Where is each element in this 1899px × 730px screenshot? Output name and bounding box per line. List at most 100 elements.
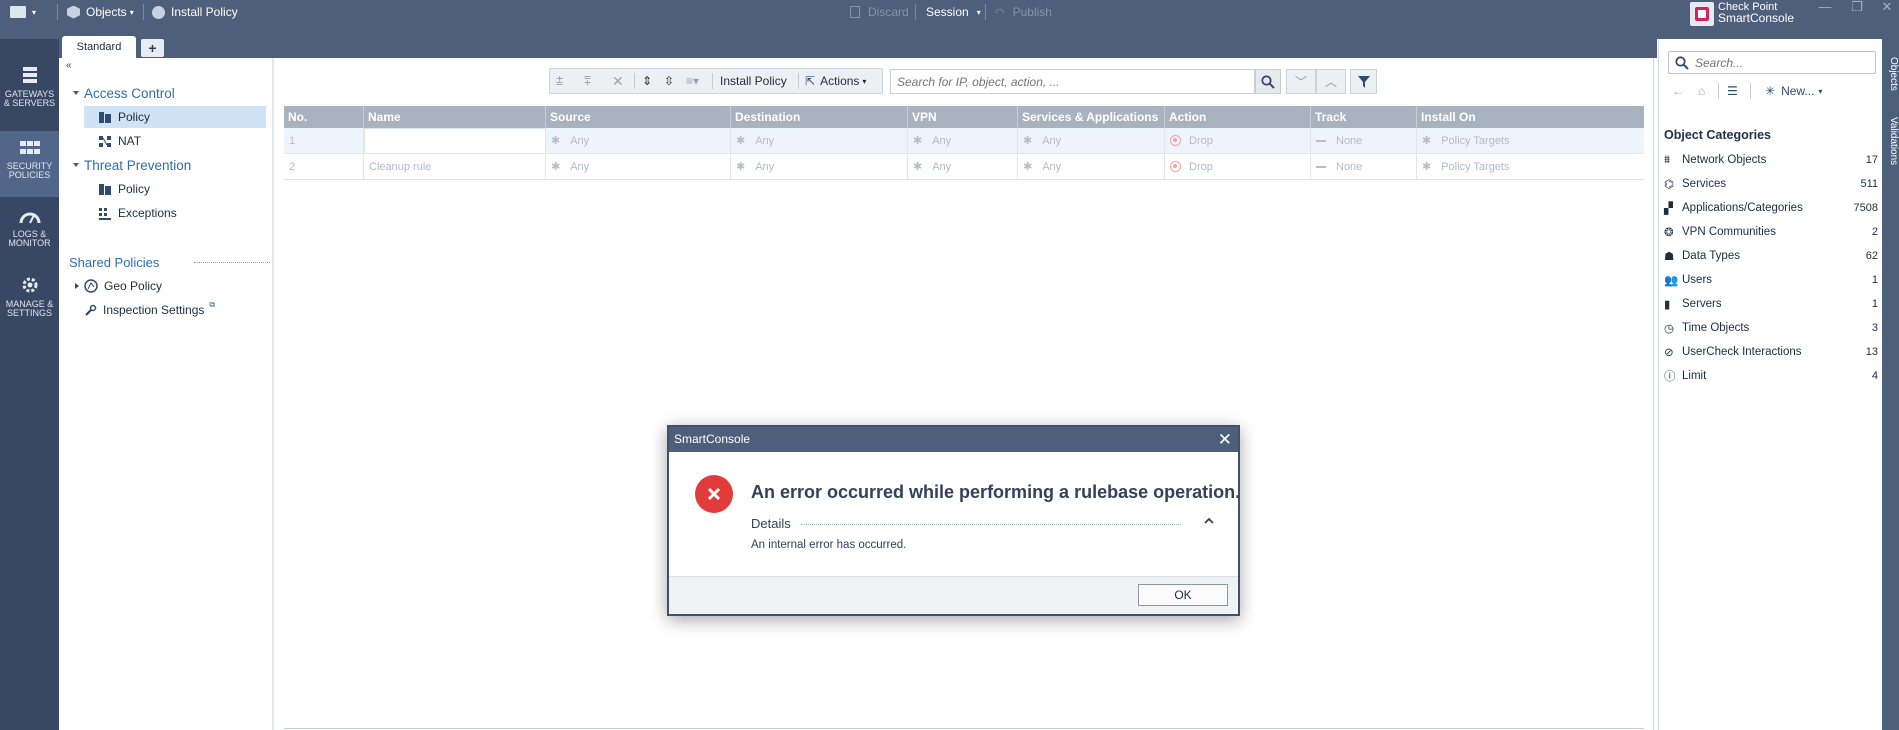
cell-track[interactable]: None <box>1311 128 1417 154</box>
any-star-icon: ✱ <box>551 135 561 147</box>
category-time-objects[interactable]: ◷ Time Objects 3 <box>1664 318 1878 338</box>
install-policy-button[interactable]: Install Policy <box>152 0 238 24</box>
view-options-button[interactable]: ≡▾ <box>686 69 699 93</box>
cell-no: 1 <box>284 128 364 154</box>
col-services[interactable]: Services & Applications <box>1018 106 1165 128</box>
col-install-on[interactable]: Install On <box>1417 106 1644 128</box>
session-menu-button[interactable]: Session ▾ <box>926 0 981 24</box>
category-network-objects[interactable]: ⩩ Network Objects 17 <box>1664 150 1878 170</box>
usercheck-icon: ⊘ <box>1664 347 1674 359</box>
cell-name[interactable] <box>364 128 546 154</box>
tree-ac-policy[interactable]: Policy <box>84 106 266 128</box>
collapse-sections-button[interactable]: ⇳ <box>664 69 674 93</box>
tree-tp-exceptions[interactable]: Exceptions <box>98 202 177 224</box>
cell-services[interactable]: ✱ Any <box>1018 128 1165 154</box>
nav-manage-settings[interactable]: MANAGE & SETTINGS <box>0 275 59 341</box>
window-close-button[interactable]: ✕ <box>1876 0 1898 16</box>
discard-button[interactable]: Discard <box>850 0 909 24</box>
side-tab-validations[interactable]: Validations <box>1882 117 1899 165</box>
cell-install-on[interactable]: ✱ Policy Targets <box>1417 154 1644 180</box>
cell-track[interactable]: None <box>1311 154 1417 180</box>
side-tab-objects[interactable]: Objects <box>1882 57 1899 91</box>
cell-vpn[interactable]: ✱ Any <box>908 128 1018 154</box>
dialog-close-button[interactable]: ✕ <box>1218 427 1232 452</box>
app-menu-button[interactable]: ▾ <box>10 0 36 24</box>
tree-inspection-settings[interactable]: Inspection Settings ⧉ <box>84 299 215 321</box>
col-destination[interactable]: Destination <box>731 106 908 128</box>
actions-menu-button[interactable]: ⇱ Actions ▾ <box>805 69 866 93</box>
col-action[interactable]: Action <box>1165 106 1311 128</box>
tree-tp-policy[interactable]: Policy <box>98 178 150 200</box>
collapse-panel-icon[interactable]: « <box>66 60 72 71</box>
cell-services[interactable]: ✱ Any <box>1018 154 1165 180</box>
category-users[interactable]: 👥 Users 1 <box>1664 270 1878 290</box>
delete-icon: ✕ <box>612 72 624 89</box>
category-services[interactable]: ⌬ Services 511 <box>1664 174 1878 194</box>
tree-geo-policy[interactable]: Geo Policy <box>75 275 162 297</box>
ok-button[interactable]: OK <box>1138 584 1228 606</box>
toolbar-install-policy-button[interactable]: Install Policy <box>720 69 787 93</box>
expand-right-icon <box>75 283 79 289</box>
cell-destination[interactable]: ✱ Any <box>731 128 908 154</box>
col-name[interactable]: Name <box>364 106 546 128</box>
home-button[interactable]: ⌂ <box>1698 82 1705 100</box>
minimize-button[interactable]: — <box>1814 0 1836 16</box>
cell-destination[interactable]: ✱ Any <box>731 154 908 180</box>
col-no[interactable]: No. <box>284 106 364 128</box>
new-object-button[interactable]: ✳ New... ▾ <box>1765 82 1822 100</box>
col-track[interactable]: Track <box>1311 106 1417 128</box>
category-servers[interactable]: ▮ Servers 1 <box>1664 294 1878 314</box>
table-row[interactable]: 1 ✱ Any ✱ Any ✱ Any ✱ Any Drop None ✱ Policy … <box>284 128 1644 154</box>
add-rule-below-icon: ⩱ <box>584 73 592 88</box>
objects-menu-button[interactable]: Objects ▾ <box>67 0 134 24</box>
rulebase-search-button[interactable] <box>1255 69 1281 94</box>
servers-icon: ▮ <box>1664 299 1671 311</box>
add-rule-below-button[interactable]: ⩱ <box>584 69 591 93</box>
category-applications[interactable]: ▞ Applications/Categories 7508 <box>1664 198 1878 218</box>
tree-threat-prevention[interactable]: Threat Prevention <box>73 154 191 176</box>
tab-standard[interactable]: Standard <box>62 36 136 58</box>
nav-gateways-servers[interactable]: GATEWAYS & SERVERS <box>0 65 59 131</box>
details-toggle[interactable]: Details <box>751 516 791 531</box>
table-row[interactable]: 2 Cleanup rule ✱ Any ✱ Any ✱ Any ✱ Any Drop … <box>284 154 1644 180</box>
cell-source[interactable]: ✱ Any <box>546 154 731 180</box>
chevron-up-icon[interactable] <box>1203 515 1215 529</box>
cell-action[interactable]: Drop <box>1165 154 1311 180</box>
category-usercheck[interactable]: ⊘ UserCheck Interactions 13 <box>1664 342 1878 362</box>
cell-source[interactable]: ✱ Any <box>546 128 731 154</box>
col-vpn[interactable]: VPN <box>908 106 1018 128</box>
tree-access-control[interactable]: Access Control <box>73 82 175 104</box>
object-search-input[interactable] <box>1695 52 1875 73</box>
tree-ac-nat[interactable]: NAT <box>98 130 141 152</box>
delete-rule-button[interactable]: ✕ <box>612 69 624 93</box>
add-tab-button[interactable]: + <box>141 39 164 57</box>
back-button[interactable]: ← <box>1672 82 1684 100</box>
publish-button[interactable]: ◠ Publish <box>995 0 1052 24</box>
nav-security-policies[interactable]: SECURITY POLICIES <box>0 131 59 197</box>
filter-button[interactable] <box>1350 69 1377 94</box>
drop-icon <box>1170 160 1181 172</box>
time-objects-icon: ◷ <box>1664 323 1675 335</box>
previous-match-button[interactable]: ︿ <box>1316 69 1346 94</box>
list-view-icon: ☰ <box>1727 84 1738 98</box>
category-vpn-communities[interactable]: ❂ VPN Communities 2 <box>1664 222 1878 242</box>
collapse-icon: ⇳ <box>664 74 675 88</box>
rulebase-search-input[interactable] <box>891 70 1251 93</box>
expand-sections-button[interactable]: ⇕ <box>642 69 652 93</box>
maximize-button[interactable]: ❐ <box>1846 0 1868 16</box>
col-source[interactable]: Source <box>546 106 731 128</box>
wrench-icon <box>85 304 97 316</box>
network-objects-icon: ⩩ <box>1664 153 1671 166</box>
cell-install-on[interactable]: ✱ Policy Targets <box>1417 128 1644 154</box>
cell-name[interactable]: Cleanup rule <box>364 154 546 180</box>
nav-logs-monitor[interactable]: LOGS & MONITOR <box>0 209 59 275</box>
list-view-button[interactable]: ☰ <box>1727 82 1738 100</box>
cell-vpn[interactable]: ✱ Any <box>908 154 1018 180</box>
details-text: An internal error has occurred. <box>751 539 907 551</box>
cell-action[interactable]: Drop <box>1165 128 1311 154</box>
add-rule-above-button[interactable]: ⩲ <box>556 69 563 93</box>
next-match-button[interactable]: ﹀ <box>1286 69 1316 94</box>
category-data-types[interactable]: ☗ Data Types 62 <box>1664 246 1878 266</box>
chevron-down-icon: ▾ <box>129 7 134 17</box>
category-limit[interactable]: ⓘ Limit 4 <box>1664 366 1878 386</box>
